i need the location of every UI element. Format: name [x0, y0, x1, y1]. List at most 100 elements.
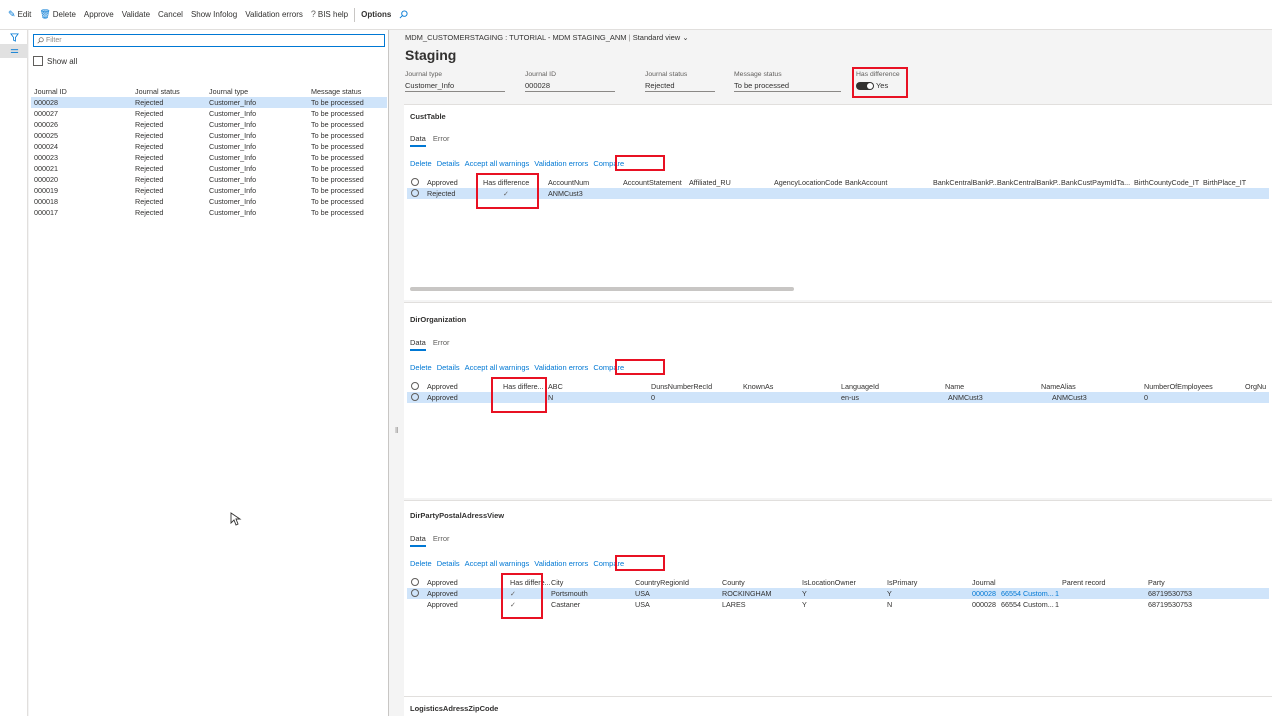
toggle-switch[interactable]: [856, 82, 874, 91]
delete-link[interactable]: Delete: [410, 159, 432, 168]
col-approved[interactable]: Approved: [427, 178, 458, 187]
col-approved[interactable]: Approved: [427, 578, 458, 587]
tab-error[interactable]: Error: [433, 534, 450, 547]
table-row[interactable]: Rejected ✓ ANMCust3: [407, 188, 1269, 199]
select-all-radio[interactable]: [411, 382, 419, 390]
col-birth-place[interactable]: BirthPlace_IT: [1203, 178, 1246, 187]
col-has-difference[interactable]: Has differe...: [510, 578, 551, 587]
col-approved[interactable]: Approved: [427, 382, 458, 391]
accept-warnings-link[interactable]: Accept all warnings: [465, 363, 530, 372]
row-radio[interactable]: [411, 393, 419, 401]
col-duns[interactable]: DunsNumberRecId: [651, 382, 712, 391]
table-row[interactable]: Approved ✓ Portsmouth USA ROCKINGHAM Y Y…: [407, 588, 1269, 599]
accept-warnings-link[interactable]: Accept all warnings: [465, 159, 530, 168]
col-journal-id[interactable]: Journal ID: [31, 87, 135, 96]
col-journal-status[interactable]: Journal status: [135, 87, 209, 96]
table-row[interactable]: Approved N 0 en-us ANMCust3 ANMCust3 0: [407, 392, 1269, 403]
tab-data[interactable]: Data: [410, 534, 426, 547]
list-item[interactable]: 000026 Rejected Customer_Info To be process…: [31, 119, 387, 130]
col-org-number[interactable]: OrgNu: [1245, 382, 1266, 391]
col-county[interactable]: County: [722, 578, 745, 587]
checkbox-box[interactable]: [33, 56, 43, 66]
list-item[interactable]: 000017 Rejected Customer_Info To be process…: [31, 207, 387, 218]
list-item[interactable]: 000027 Rejected Customer_Info To be process…: [31, 108, 387, 119]
filter-input[interactable]: Filter: [33, 34, 385, 47]
view-selector[interactable]: Standard view ⌄: [633, 33, 689, 42]
cancel-button[interactable]: Cancel: [154, 5, 187, 25]
filter-pane-button[interactable]: [0, 30, 28, 44]
journal-type-field[interactable]: Journal type Customer_Info: [405, 71, 505, 92]
validation-errors-button[interactable]: Validation errors: [241, 5, 307, 25]
list-item[interactable]: 000025 Rejected Customer_Info To be process…: [31, 130, 387, 141]
list-item[interactable]: 000019 Rejected Customer_Info To be process…: [31, 185, 387, 196]
list-item[interactable]: 000028 Rejected Customer_Info To be process…: [31, 97, 387, 108]
col-birth-county[interactable]: BirthCountyCode_IT: [1134, 178, 1199, 187]
show-infolog-button[interactable]: Show Infolog: [187, 5, 241, 25]
details-link[interactable]: Details: [437, 559, 460, 568]
tab-error[interactable]: Error: [433, 338, 450, 351]
col-abc[interactable]: ABC: [548, 382, 563, 391]
horizontal-scrollbar[interactable]: [410, 287, 794, 291]
edit-button[interactable]: ✎ Edit: [4, 5, 35, 25]
validation-errors-link[interactable]: Validation errors: [534, 363, 588, 372]
col-parent-record[interactable]: Parent record: [1062, 578, 1106, 587]
col-bank-central-2[interactable]: BankCentralBankP...: [997, 178, 1063, 187]
message-status-field[interactable]: Message status To be processed: [734, 71, 841, 92]
col-name[interactable]: Name: [945, 382, 964, 391]
journal-link[interactable]: 000028: [972, 589, 996, 598]
col-country-region[interactable]: CountryRegionId: [635, 578, 689, 587]
col-known-as[interactable]: KnownAs: [743, 382, 773, 391]
col-is-primary[interactable]: IsPrimary: [887, 578, 917, 587]
details-link[interactable]: Details: [437, 159, 460, 168]
validation-errors-link[interactable]: Validation errors: [534, 159, 588, 168]
options-tab[interactable]: Options: [357, 5, 395, 25]
tab-error[interactable]: Error: [433, 134, 450, 147]
col-bank-cust-paym[interactable]: BankCustPaymIdTa...: [1061, 178, 1130, 187]
validate-button[interactable]: Validate: [118, 5, 154, 25]
accept-warnings-link[interactable]: Accept all warnings: [465, 559, 530, 568]
list-item[interactable]: 000021 Rejected Customer_Info To be process…: [31, 163, 387, 174]
col-language-id[interactable]: LanguageId: [841, 382, 879, 391]
compare-link[interactable]: Compare: [593, 159, 624, 168]
col-city[interactable]: City: [551, 578, 563, 587]
table-row[interactable]: Approved ✓ Castaner USA LARES Y N 000028…: [407, 599, 1269, 610]
list-item[interactable]: 000024 Rejected Customer_Info To be process…: [31, 141, 387, 152]
tab-data[interactable]: Data: [410, 338, 426, 351]
col-has-difference[interactable]: Has differe...: [503, 382, 544, 391]
bis-help-button[interactable]: ? BIS help: [307, 5, 352, 25]
delete-link[interactable]: Delete: [410, 559, 432, 568]
list-view-button[interactable]: [0, 44, 28, 58]
row-radio[interactable]: [411, 189, 419, 197]
row-radio[interactable]: [411, 589, 419, 597]
col-account-num[interactable]: AccountNum: [548, 178, 589, 187]
details-link[interactable]: Details: [437, 363, 460, 372]
col-is-location-owner[interactable]: IsLocationOwner: [802, 578, 856, 587]
col-bank-account[interactable]: BankAccount: [845, 178, 887, 187]
col-journal[interactable]: Journal: [972, 578, 996, 587]
col-journal-type[interactable]: Journal type: [209, 87, 311, 96]
list-item[interactable]: 000020 Rejected Customer_Info To be process…: [31, 174, 387, 185]
tab-data[interactable]: Data: [410, 134, 426, 147]
journal-id-field[interactable]: Journal ID 000028: [525, 71, 615, 92]
show-all-checkbox[interactable]: Show all: [33, 56, 77, 66]
approve-button[interactable]: Approve: [80, 5, 118, 25]
col-name-alias[interactable]: NameAlias: [1041, 382, 1076, 391]
col-party[interactable]: Party: [1148, 578, 1165, 587]
col-agency-location-code[interactable]: AgencyLocationCode: [774, 178, 842, 187]
validation-errors-link[interactable]: Validation errors: [534, 559, 588, 568]
compare-link[interactable]: Compare: [593, 559, 624, 568]
compare-link[interactable]: Compare: [593, 363, 624, 372]
col-has-difference[interactable]: Has difference: [483, 178, 529, 187]
col-account-statement[interactable]: AccountStatement: [623, 178, 682, 187]
col-number-of-employees[interactable]: NumberOfEmployees: [1144, 382, 1213, 391]
delete-button[interactable]: 🗑 Delete: [35, 5, 80, 25]
list-item[interactable]: 000023 Rejected Customer_Info To be process…: [31, 152, 387, 163]
col-affiliated-ru[interactable]: Affiliated_RU: [689, 178, 731, 187]
select-all-radio[interactable]: [411, 178, 419, 186]
col-message-status[interactable]: Message status: [311, 87, 387, 96]
has-difference-toggle[interactable]: Yes: [856, 81, 906, 91]
list-item[interactable]: 000018 Rejected Customer_Info To be process…: [31, 196, 387, 207]
col-bank-central-1[interactable]: BankCentralBankP...: [933, 178, 999, 187]
select-all-radio[interactable]: [411, 578, 419, 586]
journal-desc-link[interactable]: 66554 Custom...: [1001, 589, 1054, 598]
